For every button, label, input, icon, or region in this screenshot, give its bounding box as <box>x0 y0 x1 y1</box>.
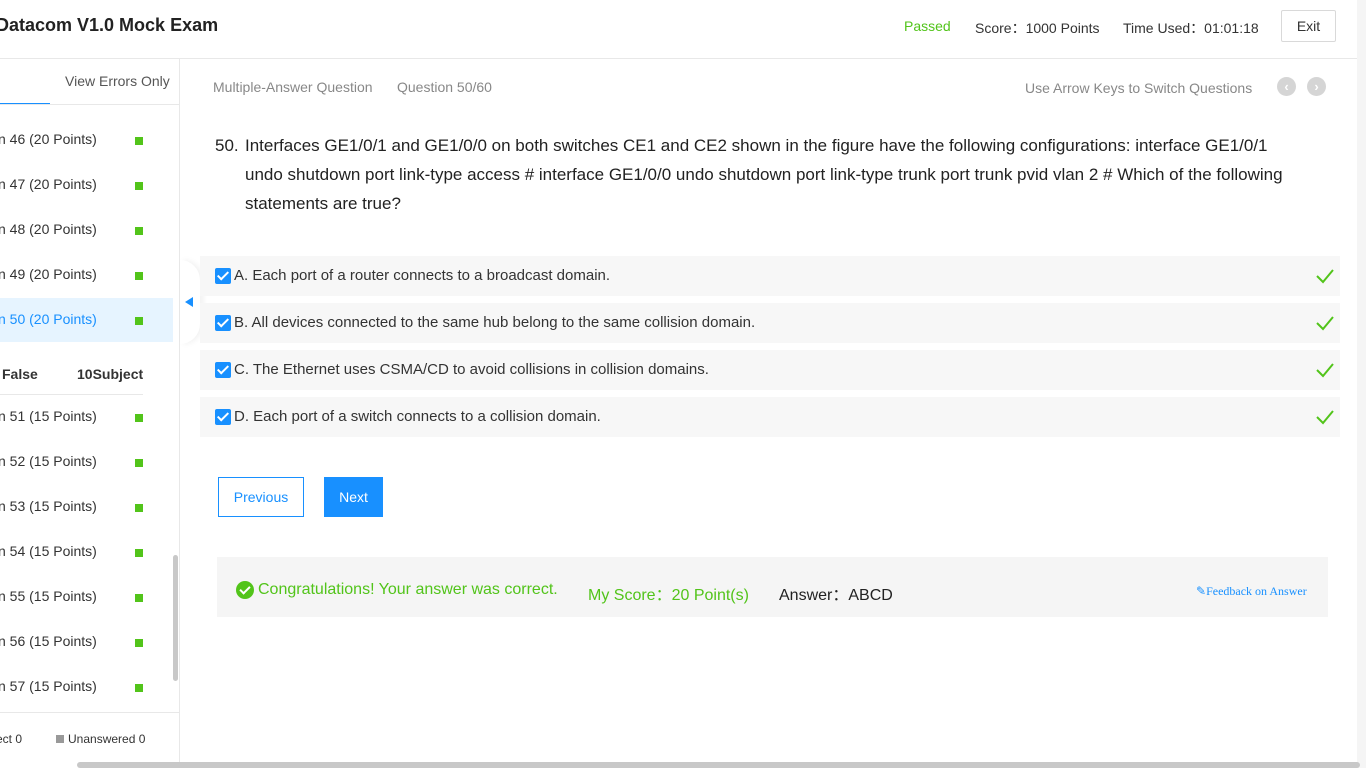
correct-status-dot <box>135 639 143 647</box>
my-score: My Score：20 Point(s) <box>588 587 749 604</box>
top-bar: Datacom V1.0 Mock Exam Passed Score：1000… <box>0 0 1366 59</box>
question-item-label: n 55 (15 Points) <box>0 588 97 604</box>
sidebar-item-question-55[interactable]: n 55 (15 Points) <box>0 575 173 619</box>
keyboard-hint: Use Arrow Keys to Switch Questions <box>1025 80 1253 96</box>
time-used: Time Used：01:01:18 <box>1123 20 1259 36</box>
question-item-label: n 51 (15 Points) <box>0 408 97 424</box>
sidebar-item-question-54[interactable]: n 54 (15 Points) <box>0 530 173 574</box>
collapse-arrow-icon[interactable] <box>185 297 193 307</box>
option-text: B. All devices connected to the same hub… <box>234 314 756 331</box>
previous-button[interactable]: Previous <box>218 477 304 517</box>
sidebar-item-question-56[interactable]: n 56 (15 Points) <box>0 620 173 664</box>
sidebar-item-question-46[interactable]: n 46 (20 Points) <box>0 118 173 162</box>
question-counter: Question 50/60 <box>397 79 492 95</box>
correct-status-dot <box>135 227 143 235</box>
sidebar-item-question-47[interactable]: n 47 (20 Points) <box>0 163 173 207</box>
option-d[interactable]: D. Each port of a switch connects to a c… <box>200 397 1340 437</box>
sidebar-item-question-52[interactable]: n 52 (15 Points) <box>0 440 173 484</box>
question-item-label: n 47 (20 Points) <box>0 176 97 192</box>
question-item-label: n 50 (20 Points) <box>0 311 97 327</box>
chevron-left-icon[interactable]: ‹ <box>1277 77 1296 96</box>
unanswered-square-icon <box>56 735 64 743</box>
option-a[interactable]: A. Each port of a router connects to a b… <box>200 256 1340 296</box>
sidebar-legend: ect 0 Unanswered 0 <box>0 712 179 768</box>
option-text: C. The Ethernet uses CSMA/CD to avoid co… <box>234 361 709 378</box>
sidebar-scrollbar[interactable] <box>173 555 178 681</box>
question-item-label: n 49 (20 Points) <box>0 266 97 282</box>
correct-status-dot <box>135 182 143 190</box>
feedback-label: Feedback on Answer <box>1206 584 1307 598</box>
question-item-label: n 57 (15 Points) <box>0 678 97 694</box>
question-type: Multiple-Answer Question <box>213 79 373 95</box>
chevron-right-icon[interactable]: › <box>1307 77 1326 96</box>
question-item-label: n 52 (15 Points) <box>0 453 97 469</box>
feedback-link[interactable]: ✎Feedback on Answer <box>1196 584 1307 599</box>
section-count: 10Subject <box>77 366 144 382</box>
correct-status-dot <box>135 459 143 467</box>
correct-check-icon <box>1316 316 1334 331</box>
vertical-scrollbar[interactable] <box>1357 0 1366 768</box>
correct-status-dot <box>135 549 143 557</box>
tab-view-errors-only[interactable]: View Errors Only <box>65 73 170 89</box>
checkbox-checked-icon[interactable] <box>215 362 231 378</box>
sidebar-item-question-50-active[interactable]: n 50 (20 Points) <box>0 298 173 342</box>
tab-all-questions[interactable] <box>0 59 50 105</box>
total-score: Score：1000 Points <box>975 20 1100 36</box>
correct-status-dot <box>135 414 143 422</box>
correct-status-dot <box>135 594 143 602</box>
edit-icon: ✎ <box>1196 584 1207 598</box>
answer-result-panel: Congratulations! Your answer was correct… <box>217 557 1328 617</box>
exit-button[interactable]: Exit <box>1281 10 1336 42</box>
option-b[interactable]: B. All devices connected to the same hub… <box>200 303 1340 343</box>
correct-check-icon <box>1316 363 1334 378</box>
correct-status-dot <box>135 317 143 325</box>
legend-unanswered: Unanswered 0 <box>56 732 145 746</box>
correct-status-dot <box>135 272 143 280</box>
question-item-label: n 56 (15 Points) <box>0 633 97 649</box>
checkbox-checked-icon[interactable] <box>215 315 231 331</box>
sidebar-item-question-51[interactable]: n 51 (15 Points) <box>0 395 173 439</box>
question-item-label: n 46 (20 Points) <box>0 131 97 147</box>
question-number: 50. <box>215 136 239 155</box>
checkbox-checked-icon[interactable] <box>215 409 231 425</box>
legend-unanswered-label: Unanswered 0 <box>68 732 146 746</box>
sidebar-item-question-49[interactable]: n 49 (20 Points) <box>0 253 173 297</box>
divider <box>0 104 179 105</box>
correct-check-icon <box>1316 410 1334 425</box>
section-title: False <box>2 366 38 382</box>
pass-status: Passed <box>904 18 951 34</box>
checkbox-checked-icon[interactable] <box>215 268 231 284</box>
correct-check-icon <box>1316 269 1334 284</box>
option-text: A. Each port of a router connects to a b… <box>234 267 611 284</box>
section-header-true-false: False 10Subject <box>0 364 143 395</box>
horizontal-scrollbar[interactable] <box>77 762 1360 768</box>
correct-answer: Answer：ABCD <box>779 587 893 604</box>
question-item-label: n 53 (15 Points) <box>0 498 97 514</box>
sidebar-item-question-53[interactable]: n 53 (15 Points) <box>0 485 173 529</box>
question-list-sidebar: View Errors Only n 46 (20 Points) n 47 (… <box>0 59 180 768</box>
app-title: Datacom V1.0 Mock Exam <box>0 15 219 35</box>
option-c[interactable]: C. The Ethernet uses CSMA/CD to avoid co… <box>200 350 1340 390</box>
correct-status-dot <box>135 137 143 145</box>
question-stem: 50. Interfaces GE1/0/1 and GE1/0/0 on bo… <box>215 131 1295 218</box>
correct-status-dot <box>135 504 143 512</box>
next-button[interactable]: Next <box>324 477 383 517</box>
correct-status-dot <box>135 684 143 692</box>
question-text: Interfaces GE1/0/1 and GE1/0/0 on both s… <box>245 136 1283 213</box>
question-item-label: n 54 (15 Points) <box>0 543 97 559</box>
result-message: Congratulations! Your answer was correct… <box>258 581 558 598</box>
option-text: D. Each port of a switch connects to a c… <box>234 408 601 425</box>
success-check-icon <box>236 581 254 599</box>
sidebar-item-question-48[interactable]: n 48 (20 Points) <box>0 208 173 252</box>
legend-incorrect: ect 0 <box>0 732 23 746</box>
question-item-label: n 48 (20 Points) <box>0 221 97 237</box>
sidebar-item-question-57[interactable]: n 57 (15 Points) <box>0 665 173 709</box>
